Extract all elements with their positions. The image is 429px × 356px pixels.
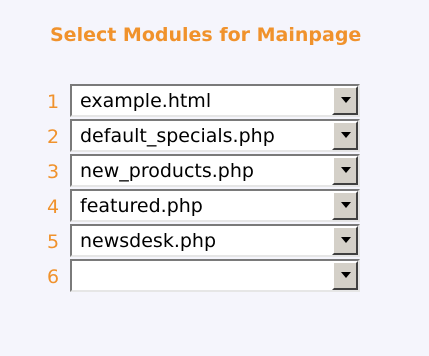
module-select-3[interactable]: new_products.php [70,154,360,187]
dropdown-button[interactable] [332,121,358,150]
dropdown-button[interactable] [332,156,358,185]
row-number: 6 [47,266,60,288]
chevron-down-icon [341,202,351,208]
dropdown-button[interactable] [332,261,358,290]
panel-title: Select Modules for Mainpage [50,24,362,46]
module-select-1[interactable]: example.html [70,84,360,117]
dropdown-button[interactable] [332,191,358,220]
row-number: 3 [47,161,60,183]
select-value: featured.php [80,195,203,217]
select-value: default_specials.php [80,125,275,147]
row-number: 5 [47,231,60,253]
row-number: 4 [47,196,60,218]
select-value: example.html [80,90,212,112]
module-selection-panel: Select Modules for Mainpage 1 example.ht… [0,0,429,356]
chevron-down-icon [341,97,351,103]
row-number: 2 [47,126,60,148]
dropdown-button[interactable] [332,86,358,115]
module-select-2[interactable]: default_specials.php [70,119,360,152]
chevron-down-icon [341,272,351,278]
select-value: new_products.php [80,160,254,182]
select-value: newsdesk.php [80,230,217,252]
chevron-down-icon [341,237,351,243]
chevron-down-icon [341,167,351,173]
row-number: 1 [47,91,60,113]
chevron-down-icon [341,132,351,138]
module-select-5[interactable]: newsdesk.php [70,224,360,257]
module-select-4[interactable]: featured.php [70,189,360,222]
module-select-6[interactable] [70,259,360,292]
dropdown-button[interactable] [332,226,358,255]
